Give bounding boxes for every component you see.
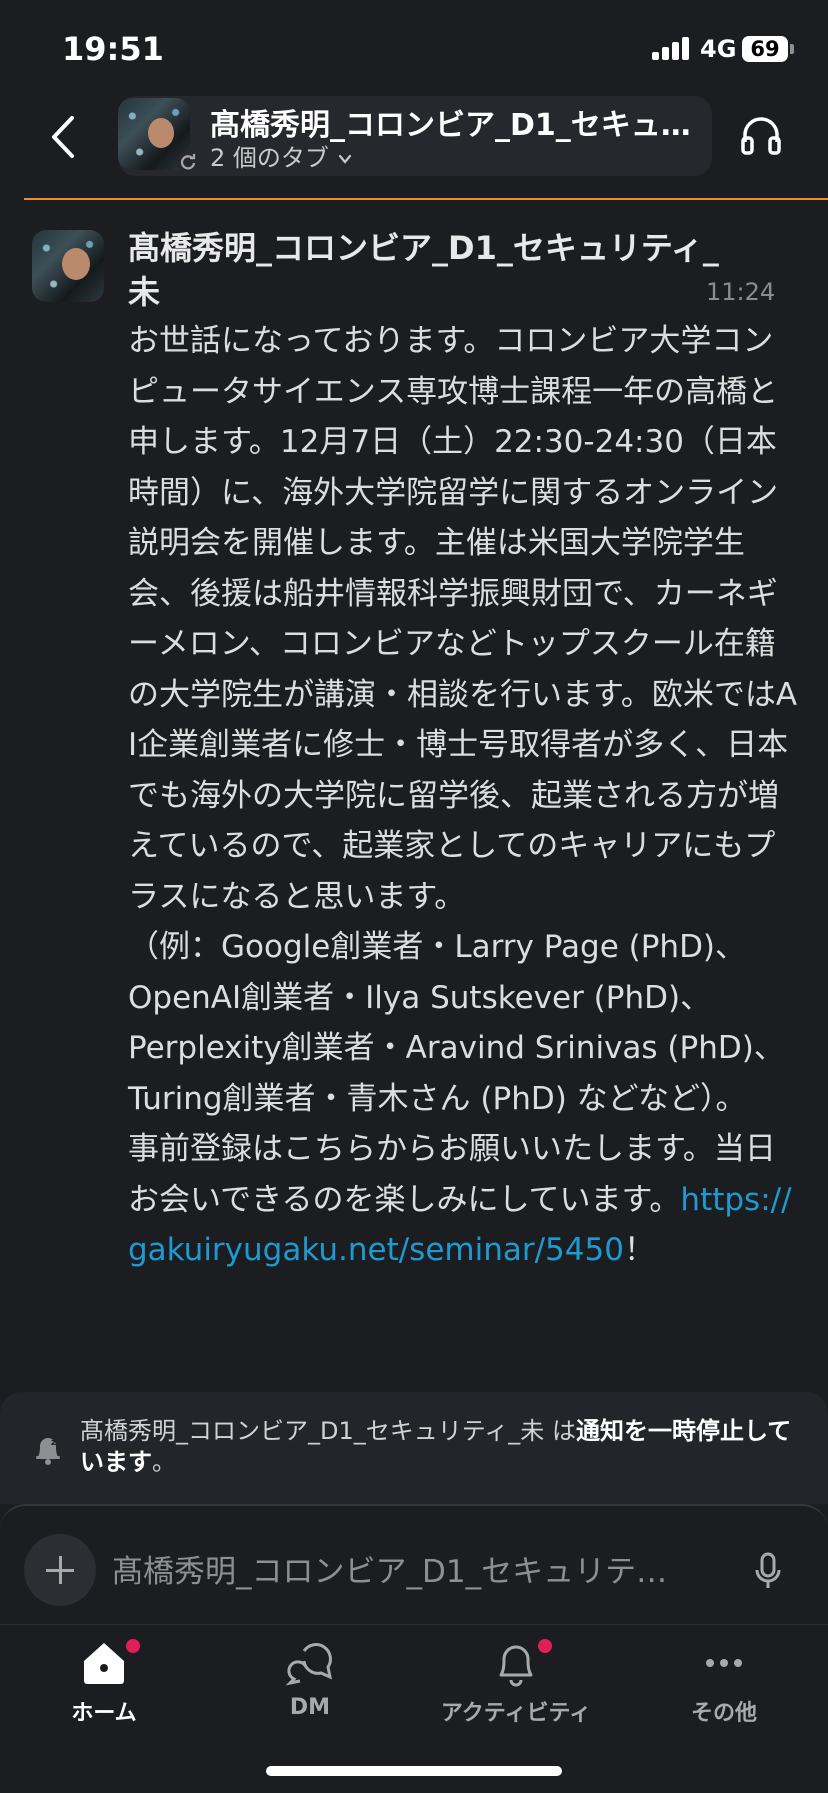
notifications-paused-notice: z 髙橋秀明_コロンビア_D1_セキュリティ_未 は通知を一時停止しています。: [0, 1392, 828, 1504]
notice-suffix: 。: [152, 1448, 176, 1476]
tab-dm-label: DM: [289, 1695, 331, 1720]
tab-activity-label: アクティビティ: [440, 1701, 592, 1726]
status-bar: 19:51 4G 69: [0, 0, 828, 100]
tab-home[interactable]: ホーム: [24, 1637, 184, 1747]
headphones-icon[interactable]: [736, 110, 786, 160]
chevron-down-icon: [338, 154, 351, 164]
back-chevron-icon[interactable]: [44, 112, 84, 162]
notice-text: 髙橋秀明_コロンビア_D1_セキュリティ_未 は通知を一時停止しています。: [80, 1416, 806, 1478]
battery-tip: [790, 44, 794, 54]
bell-snooze-icon: z: [36, 1438, 60, 1465]
microphone-icon[interactable]: [752, 1550, 784, 1592]
notice-prefix: 髙橋秀明_コロンビア_D1_セキュリティ_未 は: [80, 1417, 576, 1445]
plus-icon[interactable]: [24, 1534, 96, 1606]
bell-icon: [499, 1645, 533, 1687]
activity-badge: [538, 1639, 552, 1653]
message-timestamp: 11:24: [706, 278, 776, 306]
example-line: Turing創業者・青木さん (PhD) などなど）。: [128, 1080, 747, 1117]
message-text: お世話になっております。コロンビア大学コンピュータサイエンス専攻博士課程一年の高…: [128, 323, 798, 915]
home-indicator[interactable]: [266, 1766, 562, 1776]
message-sender[interactable]: 髙橋秀明_コロンビア_D1_セキュリティ_未: [128, 226, 728, 314]
link-suffix: ！: [623, 1232, 655, 1268]
closing-text: 事前登録はこちらからお願いいたします。当日お会いできるのを楽しみにしています。: [128, 1131, 776, 1218]
dm-icon: [285, 1643, 333, 1686]
example-line: （例：Google創業者・Larry Page (PhD)、: [128, 929, 747, 965]
tab-dm[interactable]: DM: [230, 1637, 390, 1747]
example-line: Perplexity創業者・Aravind Srinivas (PhD)、: [128, 1030, 785, 1066]
tab-more-label: その他: [690, 1701, 757, 1726]
battery-icon: 69: [742, 36, 788, 62]
tab-home-label: ホーム: [71, 1701, 137, 1726]
tab-count: 2 個のタブ: [210, 138, 353, 173]
more-icon: [706, 1659, 742, 1667]
status-time: 19:51: [62, 30, 164, 68]
channel-header: 髙橋秀明_コロンビア_D1_セキュ… 2 個のタブ: [0, 96, 828, 184]
svg-text:z: z: [51, 1438, 56, 1448]
message-input[interactable]: 髙橋秀明_コロンビア_D1_セキュリテ…: [112, 1546, 712, 1591]
tab-activity[interactable]: アクティビティ: [436, 1637, 596, 1747]
message-composer: 髙橋秀明_コロンビア_D1_セキュリテ…: [0, 1504, 828, 1626]
sender-avatar[interactable]: [32, 230, 104, 302]
tab-count-label: 2 個のタブ: [210, 144, 329, 172]
home-icon: [84, 1643, 124, 1684]
example-line: OpenAI創業者・Ilya Sutskever (PhD)、: [128, 979, 712, 1016]
signal-icon: [652, 36, 692, 60]
home-badge: [126, 1639, 140, 1653]
channel-switcher[interactable]: 髙橋秀明_コロンビア_D1_セキュ… 2 個のタブ: [118, 96, 712, 176]
unread-divider: [24, 198, 828, 200]
sync-icon: [177, 151, 199, 173]
message-body: お世話になっております。コロンビア大学コンピュータサイエンス専攻博士課程一年の高…: [128, 316, 798, 1276]
tab-more[interactable]: その他: [644, 1637, 804, 1747]
message-closing: 事前登録はこちらからお願いいたします。当日お会いできるのを楽しみにしています。h…: [128, 1124, 798, 1276]
network-type: 4G: [700, 35, 737, 63]
